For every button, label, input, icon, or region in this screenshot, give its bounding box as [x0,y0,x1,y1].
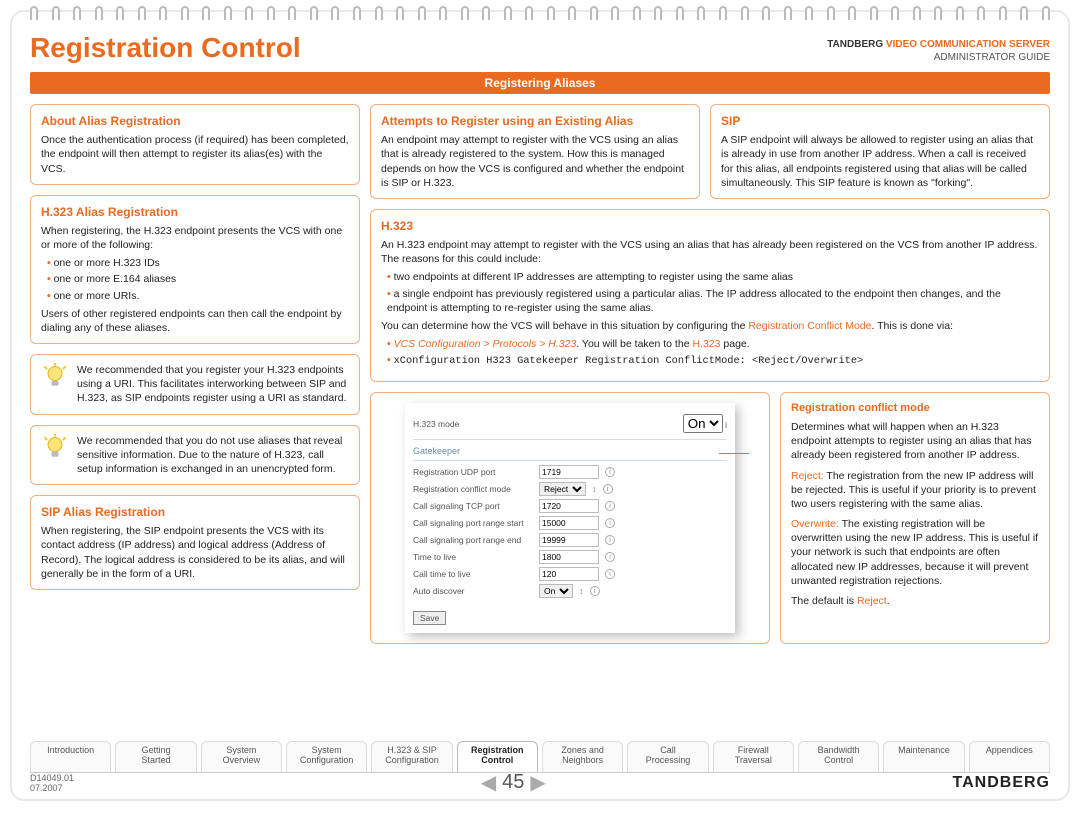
config-label: Time to live [413,552,533,562]
info-icon[interactable]: i [605,552,615,562]
page-number: ◀ 45 ▶ [481,770,546,795]
nav-tab[interactable]: GettingStarted [115,741,196,772]
about-alias-box: About Alias Registration Once the authen… [30,104,360,185]
lightbulb-icon [41,363,69,391]
config-label: Auto discover [413,586,533,596]
config-input[interactable] [539,567,599,581]
info-icon[interactable]: i [605,501,615,511]
info-icon[interactable]: i [725,420,727,430]
tip-uri: We recommended that you register your H.… [30,354,360,415]
lightbulb-icon [41,434,69,462]
nav-tab[interactable]: SystemOverview [201,741,282,772]
save-button[interactable]: Save [413,611,446,625]
info-icon[interactable]: i [603,484,613,494]
info-icon[interactable]: i [590,586,600,596]
spiral-binding [30,6,1050,24]
doc-id: D14049.01 07.2007 [30,773,74,793]
h323-box: H.323 An H.323 endpoint may attempt to r… [370,209,1050,382]
next-arrow-icon[interactable]: ▶ [530,770,545,795]
config-input[interactable] [539,516,599,530]
config-row: Registration conflict mode Reject ↕ i [413,482,727,496]
nav-tab[interactable]: Maintenance [883,741,964,772]
h323-alias-box: H.323 Alias Registration When registerin… [30,195,360,344]
info-icon[interactable]: i [605,518,615,528]
brand-block: TANDBERG VIDEO COMMUNICATION SERVER ADMI… [827,38,1050,64]
nav-tab[interactable]: Appendices [969,741,1050,772]
config-label: Registration UDP port [413,467,533,477]
config-label: Registration conflict mode [413,484,533,494]
sip-box: SIP A SIP endpoint will always be allowe… [710,104,1050,199]
nav-tab[interactable]: RegistrationControl [457,741,538,772]
config-screenshot: H.323 mode On i Gatekeeper Registration … [405,403,735,633]
config-screenshot-box: H.323 mode On i Gatekeeper Registration … [370,392,770,644]
undo-icon[interactable]: ↕ [579,586,584,596]
config-input[interactable] [539,533,599,547]
sip-alias-box: SIP Alias Registration When registering,… [30,495,360,590]
nav-tab[interactable]: Zones andNeighbors [542,741,623,772]
info-icon[interactable]: i [605,467,615,477]
tip-sensitive: We recommended that you do not use alias… [30,425,360,486]
attempts-box: Attempts to Register using an Existing A… [370,104,700,199]
config-row: Auto discover On ↕ i [413,584,727,598]
prev-arrow-icon[interactable]: ◀ [481,770,496,795]
nav-tabs: IntroductionGettingStartedSystemOverview… [30,741,1050,773]
config-row: Call signaling port range start i [413,516,727,530]
config-row: Call signaling TCP port i [413,499,727,513]
config-input[interactable]: On [539,584,573,598]
config-row: Time to live i [413,550,727,564]
h323-mode-select[interactable]: On [683,414,723,433]
config-label: Call signaling TCP port [413,501,533,511]
config-rows: Registration UDP portiRegistration confl… [413,465,727,598]
config-input[interactable]: Reject [539,482,586,496]
config-input[interactable] [539,550,599,564]
conflict-mode-box: Registration conflict mode Determines wh… [780,392,1050,644]
config-row: Call signaling port range end i [413,533,727,547]
nav-tab[interactable]: H.323 & SIPConfiguration [371,741,452,772]
nav-tab[interactable]: BandwidthControl [798,741,879,772]
config-label: Call signaling port range end [413,535,533,545]
nav-tab[interactable]: SystemConfiguration [286,741,367,772]
nav-tab[interactable]: FirewallTraversal [713,741,794,772]
config-row: Call time to live i [413,567,727,581]
config-label: Call signaling port range start [413,518,533,528]
nav-tab[interactable]: Introduction [30,741,111,772]
info-icon[interactable]: i [605,569,615,579]
config-input[interactable] [539,499,599,513]
undo-icon[interactable]: ↕ [592,484,597,494]
info-icon[interactable]: i [605,535,615,545]
section-banner: Registering Aliases [30,72,1050,94]
config-label: Call time to live [413,569,533,579]
tandberg-logo: TANDBERG [953,774,1050,792]
config-input[interactable] [539,465,599,479]
page-title: Registration Control [30,32,301,64]
config-row: Registration UDP port i [413,465,727,479]
nav-tab[interactable]: CallProcessing [627,741,708,772]
